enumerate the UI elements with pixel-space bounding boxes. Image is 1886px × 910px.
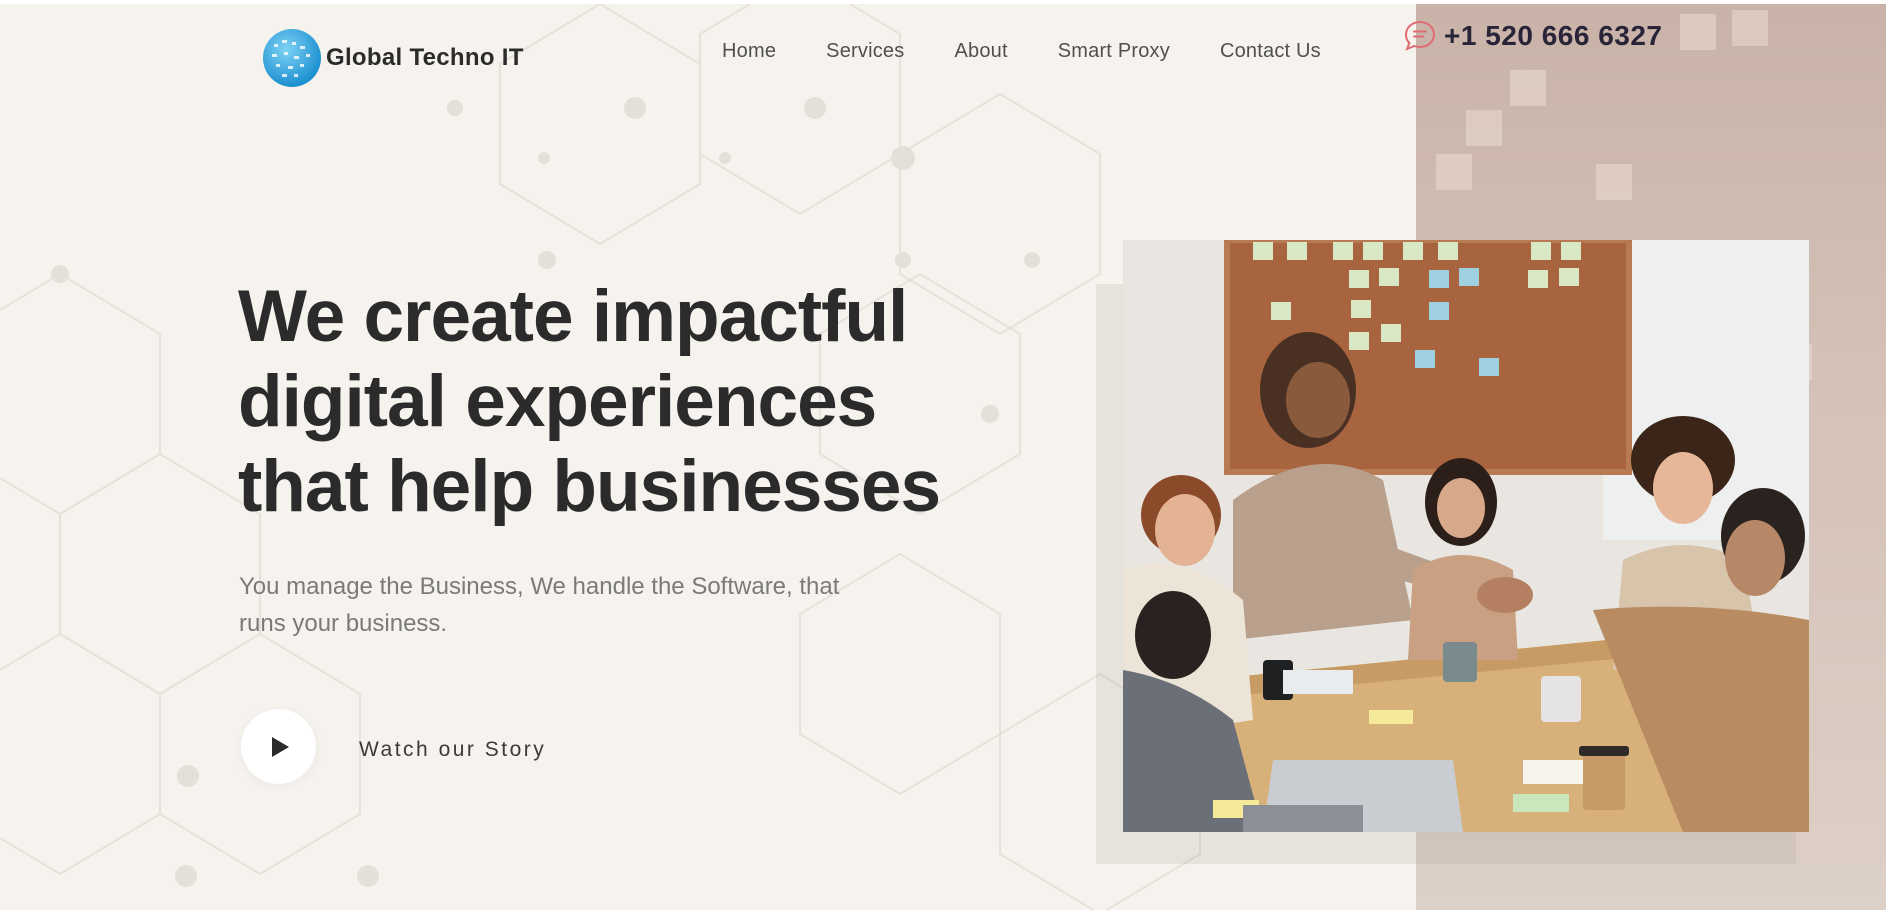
brand-name: Global Techno IT (326, 44, 524, 71)
hero-title-line-3: that help businesses (238, 446, 941, 527)
nav-item-home[interactable]: Home (722, 40, 776, 63)
team-meeting-illustration (1123, 240, 1809, 832)
play-icon (271, 736, 289, 757)
play-video-button[interactable] (241, 709, 316, 784)
team-meeting-photo (1123, 240, 1809, 832)
hero-subtitle-line-2: runs your business. (239, 610, 448, 637)
hero-subtitle-line-1: You manage the Business, We handle the S… (239, 573, 840, 600)
nav-item-contact-us[interactable]: Contact Us (1220, 40, 1321, 63)
hero-subtitle: You manage the Business, We handle the S… (239, 568, 879, 642)
watch-story-link[interactable]: Watch our Story (359, 738, 546, 762)
brand-logo[interactable]: Global Techno IT (262, 28, 524, 88)
hero-title-line-2: digital experiences (238, 361, 877, 442)
hero-title-line-1: We create impactful (238, 276, 908, 357)
phone-number: +1 520 666 6327 (1444, 20, 1663, 51)
main-nav: Home Services About Smart Proxy Contact … (722, 40, 1371, 63)
globe-icon (263, 29, 321, 87)
hero-title: We create impactful digital experiences … (238, 274, 958, 529)
nav-item-services[interactable]: Services (826, 40, 904, 63)
phone-contact[interactable]: +1 520 666 6327 (1402, 18, 1662, 54)
chat-bubble-icon (1404, 20, 1436, 51)
nav-item-about[interactable]: About (954, 40, 1007, 63)
page: Global Techno IT Home Services About Sma… (0, 4, 1886, 910)
nav-item-smart-proxy[interactable]: Smart Proxy (1058, 40, 1170, 63)
